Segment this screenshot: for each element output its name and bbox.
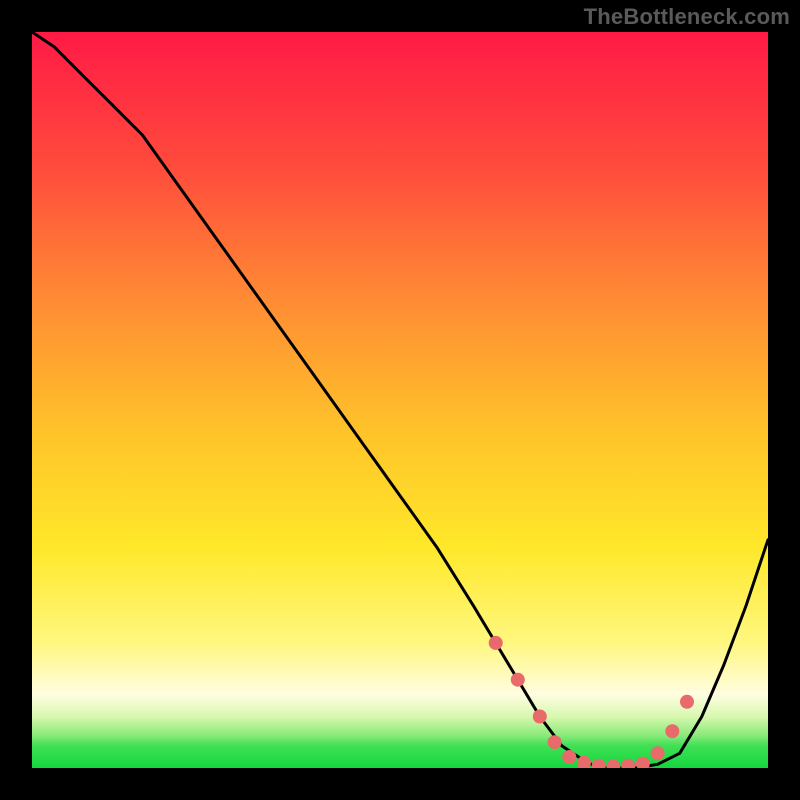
chart-stage: TheBottleneck.com <box>0 0 800 800</box>
background-gradient <box>32 32 768 768</box>
watermark: TheBottleneck.com <box>584 4 790 30</box>
plot-area <box>32 32 768 768</box>
